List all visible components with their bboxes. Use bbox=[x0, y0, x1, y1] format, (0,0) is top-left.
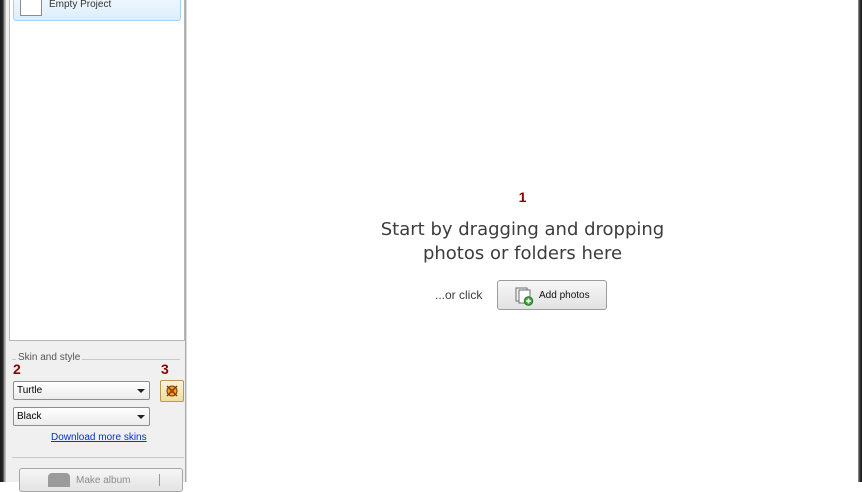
skin-options-button[interactable] bbox=[160, 380, 184, 402]
or-click-label: ...or click bbox=[435, 288, 483, 302]
download-skins-link[interactable]: Download more skins bbox=[51, 432, 147, 443]
drop-instruction-line-1: Start by dragging and dropping bbox=[380, 219, 665, 240]
step-marker-2: 2 bbox=[13, 361, 21, 377]
skin-group-title: Skin and style bbox=[16, 352, 83, 363]
chevron-down-icon bbox=[137, 415, 145, 419]
drop-instructions: Start by dragging and dropping photos or… bbox=[187, 218, 858, 266]
make-album-icon bbox=[48, 473, 70, 487]
drop-instruction-line-2: photos or folders here bbox=[422, 243, 623, 264]
button-split-divider bbox=[159, 474, 160, 486]
project-thumbnail bbox=[20, 0, 42, 16]
project-item[interactable]: Empty Project bbox=[13, 0, 181, 21]
add-photos-button[interactable]: Add photos bbox=[497, 280, 607, 310]
photo-drop-area[interactable]: 1 Start by dragging and dropping photos … bbox=[187, 0, 858, 482]
separator bbox=[12, 457, 184, 458]
sidebar: Empty Project Skin and style 2 3 Turtle … bbox=[6, 0, 186, 492]
chevron-down-icon bbox=[137, 389, 145, 393]
project-list[interactable]: Empty Project bbox=[9, 0, 185, 341]
make-album-label: Make album bbox=[76, 475, 131, 486]
skin-select-value: Turtle bbox=[17, 385, 43, 396]
project-label: Empty Project bbox=[49, 0, 112, 10]
style-select-value: Black bbox=[17, 411, 42, 422]
add-photos-icon bbox=[515, 287, 534, 306]
skin-options-icon bbox=[166, 385, 178, 397]
app-window: Empty Project Skin and style 2 3 Turtle … bbox=[0, 0, 862, 492]
make-album-button[interactable]: Make album bbox=[19, 468, 183, 492]
window-border-right bbox=[858, 0, 862, 482]
step-marker-1: 1 bbox=[518, 189, 527, 205]
style-select[interactable]: Black bbox=[13, 407, 150, 426]
step-marker-3: 3 bbox=[161, 361, 169, 377]
add-photos-label: Add photos bbox=[539, 290, 590, 301]
skin-select[interactable]: Turtle bbox=[13, 381, 150, 400]
step-marker-1-wrap: 1 bbox=[187, 189, 858, 207]
